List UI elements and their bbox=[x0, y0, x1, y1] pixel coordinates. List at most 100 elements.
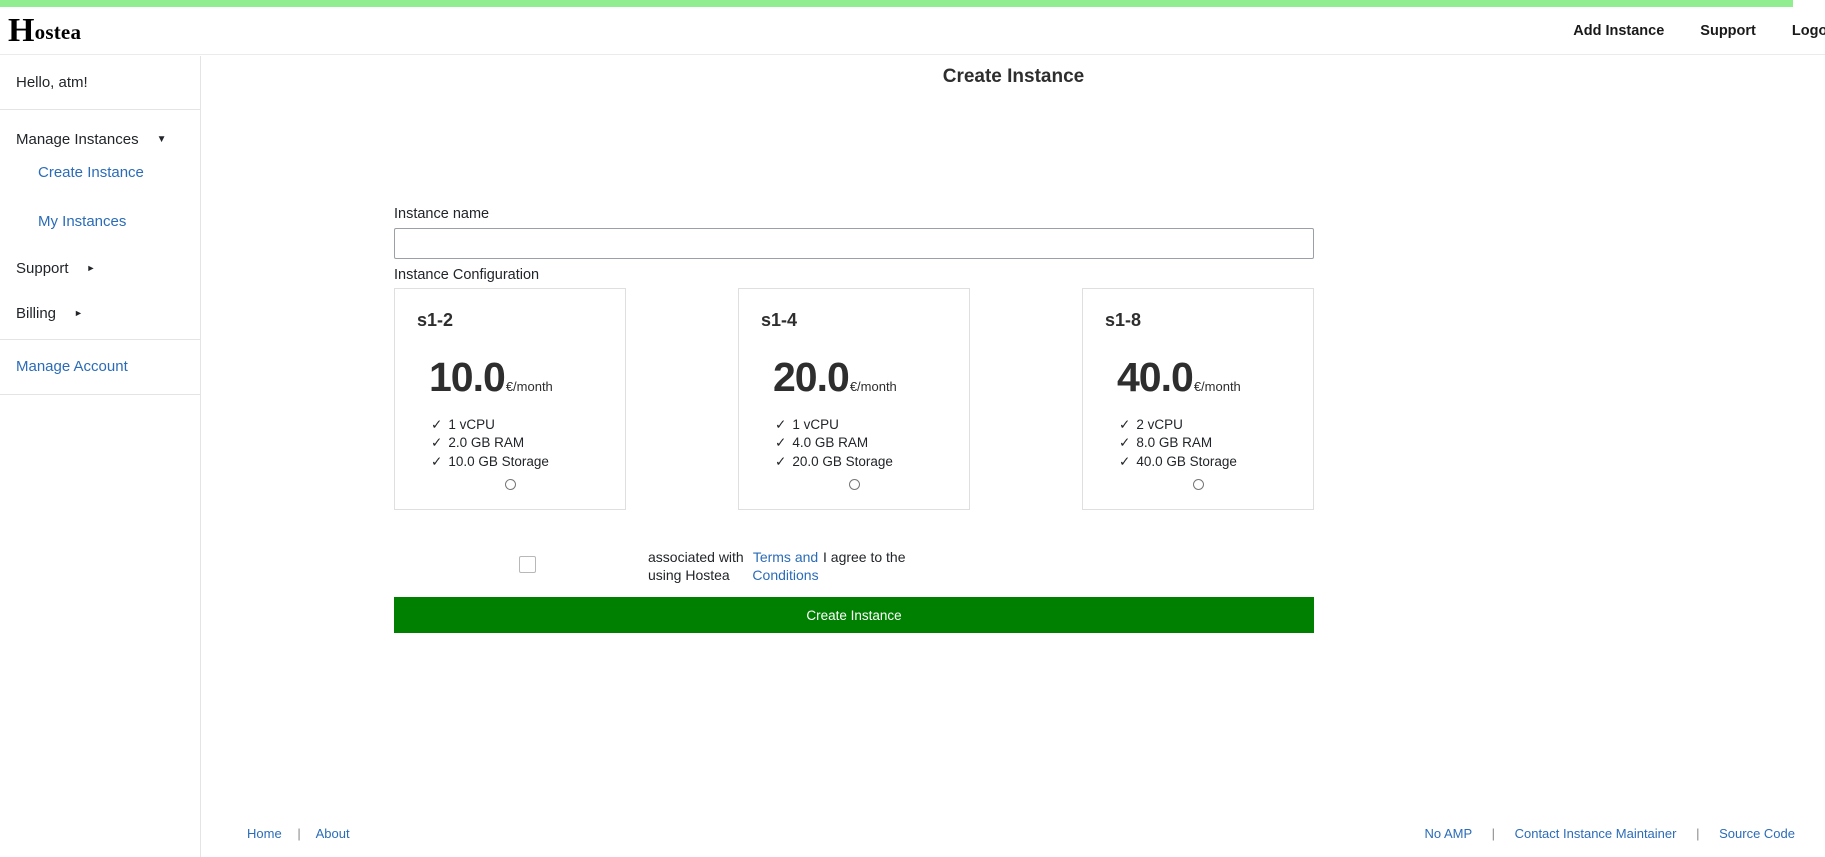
primary-nav: Add Instance Support Logout bbox=[1573, 23, 1825, 39]
plan-radio[interactable] bbox=[504, 479, 516, 490]
plan-radio-wrap bbox=[739, 477, 969, 495]
brand-initial: H bbox=[8, 11, 35, 49]
plan-feature: ✓ 1 vCPU bbox=[431, 416, 625, 434]
plan-price-row: 10.0 €/month bbox=[429, 357, 625, 398]
footer-separator: | bbox=[1696, 826, 1700, 841]
footer-right: No AMP | Contact Instance Maintainer | S… bbox=[1425, 826, 1796, 841]
plan-feature-label: 4.0 GB RAM bbox=[792, 435, 869, 451]
instance-name-label: Instance name bbox=[394, 206, 490, 222]
plan-price-row: 40.0 €/month bbox=[1117, 357, 1313, 398]
plan-price: 20.0 bbox=[773, 354, 850, 400]
sidebar-group-label-billing: Billing bbox=[16, 305, 57, 322]
plan-radio[interactable] bbox=[1192, 479, 1204, 490]
nav-support[interactable]: Support bbox=[1700, 23, 1756, 39]
footer: Home | About No AMP | Contact Instance M… bbox=[202, 826, 1825, 841]
check-icon: ✓ bbox=[775, 435, 787, 451]
plan-name: s1-8 bbox=[1105, 310, 1142, 330]
terms-checkbox[interactable] bbox=[519, 556, 536, 573]
sidebar-account-section: Manage Account bbox=[0, 340, 200, 395]
check-icon: ✓ bbox=[431, 435, 443, 451]
sidebar-greeting-section: Hello, atm! bbox=[0, 56, 200, 110]
nav-logout[interactable]: Logout bbox=[1792, 23, 1825, 39]
terms-segment-agree: I agree to the bbox=[823, 549, 906, 565]
sidebar-nav-section: Manage Instances ▼ Create Instance My In… bbox=[0, 110, 200, 340]
check-icon: ✓ bbox=[1119, 435, 1131, 451]
check-icon: ✓ bbox=[431, 417, 443, 432]
sidebar-group-label-support: Support bbox=[16, 260, 69, 277]
sidebar-group-label: Manage Instances bbox=[16, 131, 139, 148]
footer-link-source-code[interactable]: Source Code bbox=[1719, 826, 1795, 841]
brand-rest: ostea bbox=[34, 19, 82, 44]
sidebar-greeting: Hello, atm! bbox=[16, 74, 88, 91]
plan-radio-wrap bbox=[1083, 477, 1313, 495]
footer-link-contact-maintainer[interactable]: Contact Instance Maintainer bbox=[1515, 826, 1677, 841]
plan-price-unit: €/month bbox=[505, 379, 553, 394]
plan-card[interactable]: s1-2 10.0 €/month ✓ 1 vCPU ✓ 2.0 GB RAM ✓ 1… bbox=[394, 288, 626, 510]
instance-name-input[interactable] bbox=[394, 228, 1314, 259]
plan-feature: ✓ 2.0 GB RAM bbox=[431, 434, 625, 452]
footer-link-about[interactable]: About bbox=[316, 826, 350, 841]
plan-price-row: 20.0 €/month bbox=[773, 357, 969, 398]
footer-separator: | bbox=[1491, 826, 1495, 841]
sidebar-item-create-instance[interactable]: Create Instance bbox=[0, 155, 200, 190]
plan-radio[interactable] bbox=[848, 479, 860, 490]
nav-add-instance[interactable]: Add Instance bbox=[1573, 23, 1664, 39]
plan-feature: ✓ 8.0 GB RAM bbox=[1119, 434, 1313, 452]
plan-feature-label: 20.0 GB Storage bbox=[792, 453, 893, 469]
plan-price-unit: €/month bbox=[849, 379, 897, 394]
plan-feature: ✓ 4.0 GB RAM bbox=[775, 434, 969, 452]
plan-feature-label: 40.0 GB Storage bbox=[1136, 453, 1237, 469]
plan-name: s1-2 bbox=[417, 310, 454, 330]
footer-separator: | bbox=[297, 826, 301, 841]
main-content: Create Instance Instance name Instance C… bbox=[202, 56, 1825, 857]
create-instance-button[interactable]: Create Instance bbox=[394, 597, 1314, 633]
sidebar: Hello, atm! Manage Instances ▼ Create In… bbox=[0, 56, 201, 857]
plan-feature: ✓ 10.0 GB Storage bbox=[431, 453, 625, 471]
plan-feature-label: 2.0 GB RAM bbox=[448, 435, 525, 451]
plan-card-list: s1-2 10.0 €/month ✓ 1 vCPU ✓ 2.0 GB RAM ✓ 1… bbox=[394, 288, 1314, 510]
plan-price: 40.0 bbox=[1117, 354, 1194, 400]
footer-link-home[interactable]: Home bbox=[247, 826, 282, 841]
plan-price: 10.0 bbox=[429, 354, 506, 400]
check-icon: ✓ bbox=[775, 417, 787, 432]
chevron-right-icon-billing: ► bbox=[74, 308, 83, 318]
plan-feature-label: 8.0 GB RAM bbox=[1136, 435, 1213, 451]
terms-text: associated with using Hostea Terms and C… bbox=[648, 548, 906, 585]
terms-and-conditions-link[interactable]: Terms and Conditions bbox=[748, 548, 823, 585]
plan-feature: ✓ 1 vCPU bbox=[775, 416, 969, 434]
terms-segment-associated: associated with using Hostea bbox=[648, 549, 744, 584]
footer-left: Home | About bbox=[247, 826, 350, 841]
page-title: Create Instance bbox=[942, 66, 1085, 87]
sidebar-group-manage-instances[interactable]: Manage Instances ▼ bbox=[0, 124, 200, 155]
terms-row: associated with using Hostea Terms and C… bbox=[394, 548, 1314, 588]
check-icon: ✓ bbox=[1119, 453, 1131, 469]
plan-feature-label: 1 vCPU bbox=[448, 417, 495, 432]
plan-feature-list: ✓ 1 vCPU ✓ 2.0 GB RAM ✓ 10.0 GB Storage bbox=[431, 416, 625, 471]
chevron-down-icon: ▼ bbox=[156, 133, 167, 145]
site-header: Hostea Add Instance Support Logout bbox=[0, 7, 1825, 55]
top-accent-bar bbox=[0, 0, 1793, 7]
sidebar-group-support[interactable]: Support ► bbox=[0, 253, 200, 284]
plan-feature-label: 1 vCPU bbox=[792, 417, 839, 432]
check-icon: ✓ bbox=[775, 453, 787, 469]
brand-logo[interactable]: Hostea bbox=[0, 13, 82, 47]
footer-link-no-amp[interactable]: No AMP bbox=[1425, 826, 1472, 841]
plan-feature-list: ✓ 2 vCPU ✓ 8.0 GB RAM ✓ 40.0 GB Storage bbox=[1119, 416, 1313, 471]
plan-price-unit: €/month bbox=[1193, 379, 1241, 394]
plan-feature: ✓ 40.0 GB Storage bbox=[1119, 453, 1313, 471]
plan-name: s1-4 bbox=[761, 310, 798, 330]
sidebar-item-my-instances[interactable]: My Instances bbox=[0, 204, 200, 239]
sidebar-item-manage-account[interactable]: Manage Account bbox=[16, 358, 128, 375]
plan-card[interactable]: s1-4 20.0 €/month ✓ 1 vCPU ✓ 4.0 GB RAM ✓ 2… bbox=[738, 288, 970, 510]
check-icon: ✓ bbox=[431, 453, 443, 469]
plan-feature: ✓ 20.0 GB Storage bbox=[775, 453, 969, 471]
plan-card[interactable]: s1-8 40.0 €/month ✓ 2 vCPU ✓ 8.0 GB RAM ✓ 4… bbox=[1082, 288, 1314, 510]
plan-feature-list: ✓ 1 vCPU ✓ 4.0 GB RAM ✓ 20.0 GB Storage bbox=[775, 416, 969, 471]
create-instance-form: Instance name Instance Configuration s1-… bbox=[394, 206, 1314, 633]
sidebar-group-billing[interactable]: Billing ► bbox=[0, 298, 200, 329]
plan-feature-label: 2 vCPU bbox=[1136, 417, 1183, 432]
plan-feature: ✓ 2 vCPU bbox=[1119, 416, 1313, 434]
